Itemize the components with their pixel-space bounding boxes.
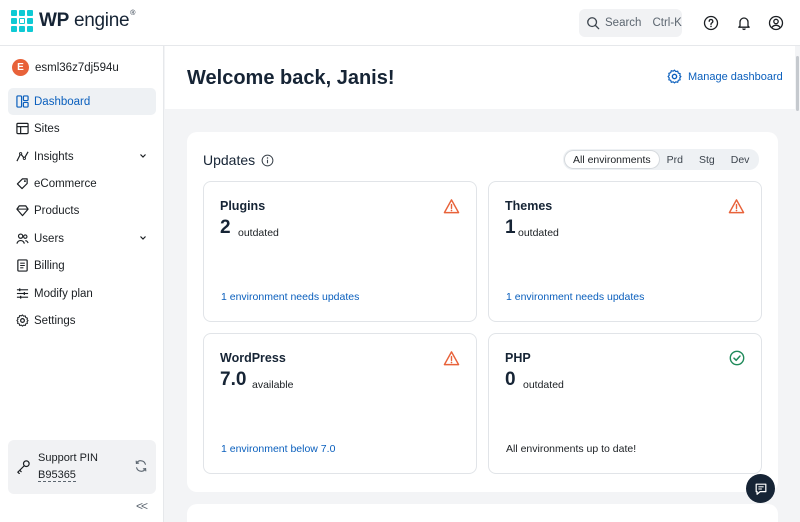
sidebar-item-label: Products xyxy=(34,204,80,217)
check-circle-icon xyxy=(729,350,745,366)
sidebar-item-label: Sites xyxy=(34,122,60,135)
php-status-text: All environments up to date! xyxy=(506,443,637,455)
logo-mark-icon xyxy=(11,10,33,32)
chat-icon xyxy=(755,483,766,495)
sidebar-item-modify-plan[interactable]: Modify plan xyxy=(8,280,156,307)
warning-icon xyxy=(443,351,460,366)
search-button[interactable]: Search Ctrl-K xyxy=(579,9,682,37)
scrollbar-thumb[interactable] xyxy=(796,56,799,111)
card-count: 0 xyxy=(505,369,516,390)
manage-dashboard-label: Manage dashboard xyxy=(688,70,783,83)
account-name: esml36z7dj594u xyxy=(35,61,119,74)
user-account-icon[interactable] xyxy=(766,13,786,33)
chat-button[interactable] xyxy=(746,474,775,503)
gear-icon xyxy=(667,69,682,84)
card-title: PHP xyxy=(505,351,531,365)
billing-icon xyxy=(15,259,29,273)
warning-icon xyxy=(728,199,745,214)
themes-card: Themes 1 outdated 1 environment needs up… xyxy=(488,181,762,322)
support-pin-code[interactable]: B95365 xyxy=(38,469,76,482)
environment-filter: All environments Prd Stg Dev xyxy=(563,149,760,170)
next-panel xyxy=(187,504,778,522)
sidebar-item-label: Modify plan xyxy=(34,287,93,300)
sidebar-item-label: Settings xyxy=(34,314,76,327)
key-icon xyxy=(17,460,30,474)
sidebar-item-label: Dashboard xyxy=(34,95,91,108)
sidebar-item-billing[interactable]: Billing xyxy=(8,252,156,279)
sidebar-item-sites[interactable]: Sites xyxy=(8,115,156,142)
card-title: Themes xyxy=(505,199,553,213)
card-count: 1 xyxy=(505,217,516,238)
filter-dev[interactable]: Dev xyxy=(723,151,758,168)
card-count-label: outdated xyxy=(238,227,279,239)
warning-icon xyxy=(443,199,460,214)
sidebar-item-insights[interactable]: Insights xyxy=(8,143,156,170)
sidebar-item-label: Users xyxy=(34,232,65,245)
sidebar-item-users[interactable]: Users xyxy=(8,225,156,252)
insights-icon xyxy=(15,150,29,164)
sidebar-item-ecommerce[interactable]: eCommerce xyxy=(8,170,156,197)
wp-engine-logo[interactable]: WP engine® xyxy=(11,10,135,32)
plugins-card: Plugins 2 outdated 1 environment needs u… xyxy=(203,181,477,322)
card-title: WordPress xyxy=(220,351,286,365)
sidebar-item-label: Billing xyxy=(34,259,65,272)
filter-all-environments[interactable]: All environments xyxy=(565,151,659,168)
users-icon xyxy=(15,232,29,246)
filter-prd[interactable]: Prd xyxy=(659,151,691,168)
plugins-updates-link[interactable]: 1 environment needs updates xyxy=(221,291,359,303)
updates-title: Updates xyxy=(203,152,274,168)
info-icon[interactable] xyxy=(261,154,274,167)
card-count-label: outdated xyxy=(518,227,559,239)
gem-icon xyxy=(15,204,29,218)
top-bar: WP engine® Search Ctrl-K xyxy=(0,0,800,46)
sites-icon xyxy=(15,122,29,136)
card-count-label: available xyxy=(252,379,294,391)
card-count: 7.0 xyxy=(220,369,247,390)
page-title: Welcome back, Janis! xyxy=(187,67,395,89)
manage-dashboard-button[interactable]: Manage dashboard xyxy=(667,69,783,84)
support-pin-panel: Support PIN B95365 xyxy=(8,440,156,494)
wordpress-card: WordPress 7.0 available 1 environment be… xyxy=(203,333,477,474)
updates-panel: Updates All environments Prd Stg Dev Plu… xyxy=(187,132,778,492)
logo-text: WP engine® xyxy=(39,10,136,31)
wordpress-below-link[interactable]: 1 environment below 7.0 xyxy=(221,443,335,455)
search-icon xyxy=(587,17,600,30)
updates-title-text: Updates xyxy=(203,152,256,168)
sidebar-item-settings[interactable]: Settings xyxy=(8,307,156,334)
card-title: Plugins xyxy=(220,199,266,213)
help-icon[interactable] xyxy=(701,13,721,33)
tag-icon xyxy=(15,177,29,191)
sidebar-item-label: Insights xyxy=(34,150,74,163)
account-switcher[interactable]: E esml36z7dj594u xyxy=(12,59,119,76)
themes-updates-link[interactable]: 1 environment needs updates xyxy=(506,291,644,303)
php-card: PHP 0 outdated All environments up to da… xyxy=(488,333,762,474)
card-count: 2 xyxy=(220,217,231,238)
bell-icon[interactable] xyxy=(734,13,754,33)
sliders-icon xyxy=(15,287,29,301)
sidebar-item-dashboard[interactable]: Dashboard xyxy=(8,88,156,115)
main-scrollbar[interactable] xyxy=(796,46,800,522)
card-count-label: outdated xyxy=(523,379,564,391)
gear-icon xyxy=(15,314,29,328)
filter-stg[interactable]: Stg xyxy=(691,151,723,168)
avatar: E xyxy=(12,59,29,76)
collapse-sidebar-button[interactable]: << xyxy=(136,499,148,513)
chevron-down-icon xyxy=(140,236,146,240)
sidebar-item-label: eCommerce xyxy=(34,177,97,190)
chevron-down-icon xyxy=(140,154,146,158)
refresh-icon[interactable] xyxy=(134,459,148,473)
search-label: Search xyxy=(605,17,642,29)
support-pin-title: Support PIN xyxy=(38,452,98,464)
search-shortcut: Ctrl-K xyxy=(652,17,682,29)
sidebar-item-products[interactable]: Products xyxy=(8,197,156,224)
sidebar: E esml36z7dj594u Dashboard Sites Insight… xyxy=(0,46,164,522)
dashboard-icon xyxy=(15,95,29,109)
